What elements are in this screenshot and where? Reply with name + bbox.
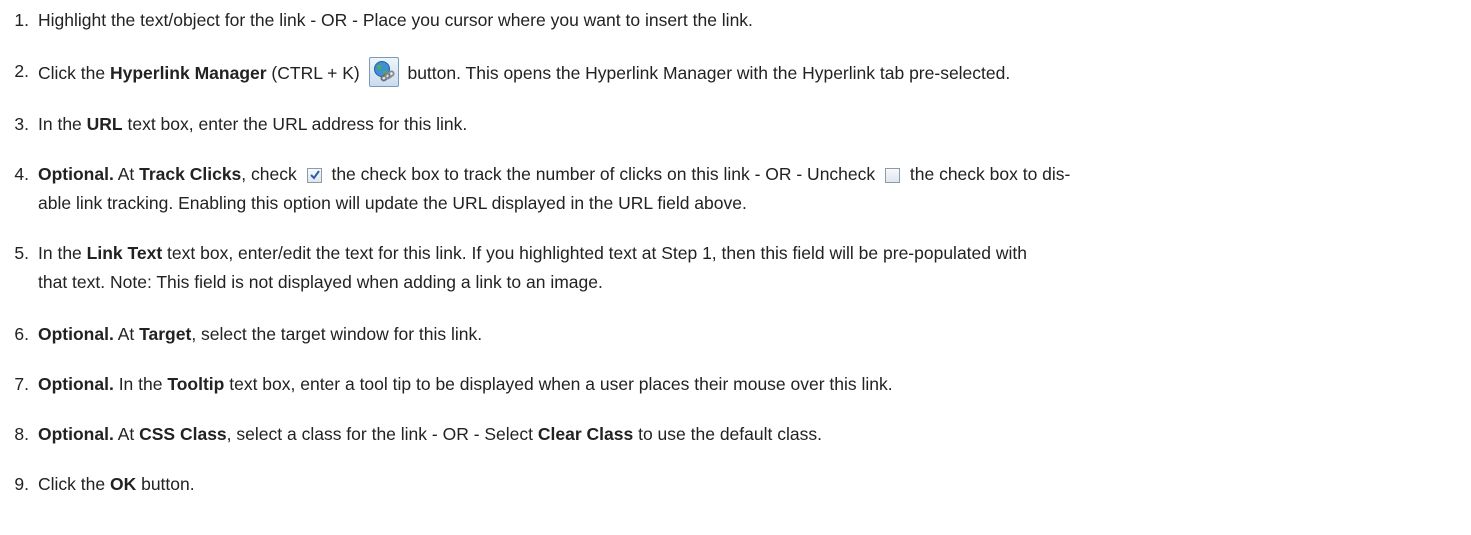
step-text: Click the Hyperlink Manager (CTRL + K) b… (38, 57, 1440, 88)
step-number: 9. (14, 474, 29, 494)
step-number: 5. (14, 243, 29, 263)
step-text-part: In the (113, 374, 168, 394)
step-text-part: (CTRL + K) (266, 63, 365, 83)
unchecked-checkbox-icon (885, 168, 901, 183)
optional-label: Optional. (38, 374, 114, 394)
step-1: 1. Highlight the text/object for the lin… (0, 6, 1440, 35)
ui-term: Hyperlink Manager (109, 63, 267, 83)
step-text-part: button. This opens the Hyperlink Manager… (402, 63, 1011, 83)
ui-term: Clear Class (537, 424, 634, 444)
step-6: 6. Optional. At Target, select the targe… (0, 320, 1440, 349)
step-text-part: In the (38, 114, 87, 134)
step-text-part: button. (136, 474, 195, 494)
step-text-part: to use the default class. (633, 424, 822, 444)
instruction-steps: 1. Highlight the text/object for the lin… (0, 0, 1471, 535)
step-text-part: text box, enter/edit the text for this l… (162, 243, 1027, 263)
step-4: 4. Optional. At Track Clicks, check the … (0, 160, 1440, 218)
checked-checkbox-icon (306, 168, 322, 183)
optional-label: Optional. (38, 424, 114, 444)
step-text-part: Click the (38, 63, 110, 83)
step-text-part: At (113, 324, 140, 344)
optional-label: Optional. (38, 164, 114, 184)
step-number: 4. (14, 164, 29, 184)
step-text-part: Click the (38, 474, 110, 494)
ui-term: URL (86, 114, 123, 134)
hyperlink-manager-icon (368, 57, 399, 87)
step-8: 8. Optional. At CSS Class, select a clas… (0, 420, 1440, 449)
step-text-part: , check (241, 164, 302, 184)
step-number: 8. (14, 424, 29, 444)
ui-term: Link Text (86, 243, 163, 263)
step-text: In the Link Text text box, enter/edit th… (38, 239, 1440, 297)
ui-term: Track Clicks (139, 164, 242, 184)
step-text-part: the check box to track the number of cli… (326, 164, 881, 184)
step-number: 2. (14, 61, 29, 81)
step-text: Optional. In the Tooltip text box, enter… (38, 370, 1440, 399)
step-text: Click the OK button. (38, 470, 1440, 499)
optional-label: Optional. (38, 324, 114, 344)
ui-term: Tooltip (167, 374, 225, 394)
step-7: 7. Optional. In the Tooltip text box, en… (0, 370, 1440, 399)
step-number: 7. (14, 374, 29, 394)
step-5: 5. In the Link Text text box, enter/edit… (0, 239, 1440, 297)
step-text: Optional. At CSS Class, select a class f… (38, 420, 1440, 449)
step-text-part: the check box to dis- (905, 164, 1071, 184)
step-3: 3. In the URL text box, enter the URL ad… (0, 110, 1440, 139)
step-text-part: able link tracking. Enabling this option… (38, 193, 747, 213)
step-2: 2. Click the Hyperlink Manager (CTRL + K… (0, 57, 1440, 88)
step-text: Optional. At Track Clicks, check the che… (38, 160, 1440, 218)
step-number: 1. (14, 10, 29, 30)
step-text: Highlight the text/object for the link -… (38, 10, 753, 30)
step-number: 6. (14, 324, 29, 344)
ui-term: CSS Class (139, 424, 227, 444)
ui-term: Target (139, 324, 192, 344)
step-text-part: , select the target window for this link… (191, 324, 483, 344)
step-text: Optional. At Target, select the target w… (38, 320, 1440, 349)
step-text-part: At (113, 164, 140, 184)
step-text: In the URL text box, enter the URL addre… (38, 110, 1440, 139)
ui-term: OK (109, 474, 137, 494)
step-text-part: text box, enter a tool tip to be display… (224, 374, 893, 394)
step-text-part: At (113, 424, 140, 444)
step-text-part: that text. Note: This field is not displ… (38, 272, 603, 292)
step-text-part: text box, enter the URL address for this… (122, 114, 468, 134)
step-number: 3. (14, 114, 29, 134)
step-9: 9. Click the OK button. (0, 470, 1440, 499)
step-text-part: In the (38, 243, 87, 263)
step-text-part: , select a class for the link - OR - Sel… (226, 424, 538, 444)
